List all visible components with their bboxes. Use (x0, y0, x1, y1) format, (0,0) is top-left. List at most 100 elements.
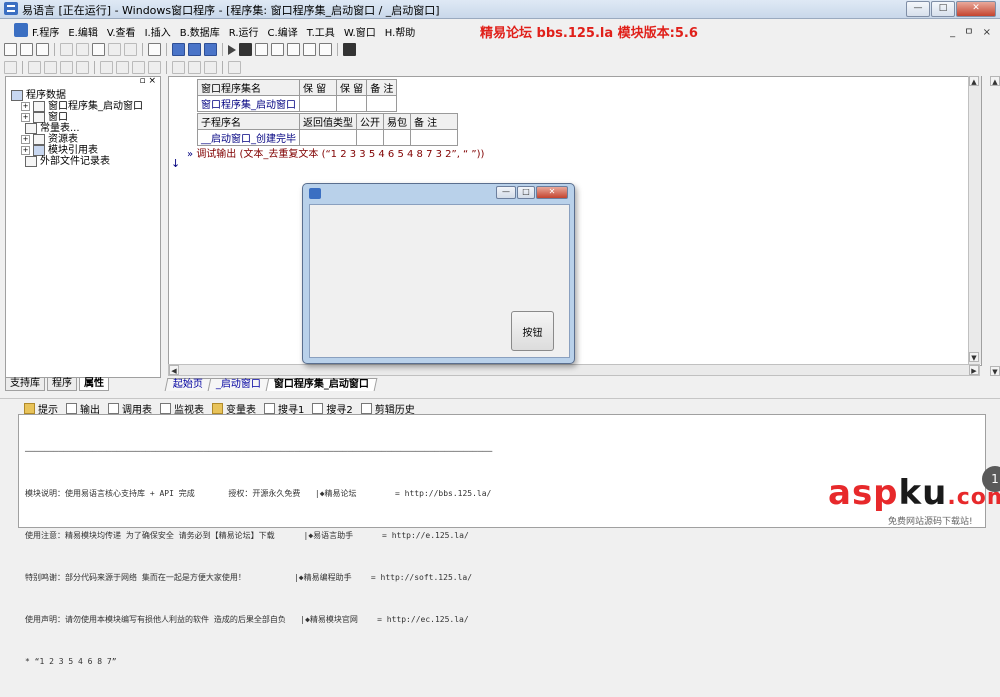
sub-header-name: 子程序名 (197, 113, 300, 130)
running-window[interactable]: — □ ✕ 按钮 (302, 183, 575, 364)
code-line[interactable]: » 调试输出 (文本_去重复文本 (“1 2 3 3 5 4 6 5 4 8 7… (187, 145, 484, 160)
undo-icon[interactable] (124, 43, 137, 56)
wm-ku: ku (898, 473, 948, 513)
menu-tools[interactable]: T.工具 (307, 24, 335, 39)
cut-icon[interactable] (60, 43, 73, 56)
tab-start-window[interactable]: _启动窗口 (207, 378, 270, 391)
dialog-maximize-button[interactable]: □ (517, 186, 535, 199)
close-button[interactable]: ✕ (956, 1, 996, 17)
expand-icon[interactable]: + (21, 146, 30, 155)
align-top-icon[interactable] (44, 61, 57, 74)
sub-cell[interactable] (383, 129, 411, 146)
paste-icon[interactable] (92, 43, 105, 56)
vertical-scrollbar[interactable]: ▲ ▼ (968, 76, 981, 364)
minimize-button[interactable]: — (906, 1, 930, 17)
layout-3-icon[interactable] (204, 43, 217, 56)
variables-icon (212, 403, 223, 414)
menu-edit[interactable]: E.编辑 (68, 24, 98, 39)
tree-item-window[interactable]: + 窗口 (11, 112, 143, 123)
align-left-icon[interactable] (4, 61, 17, 74)
output-line: 特别鸣谢：部分代码来源于网络 集而在一起是方便大家使用！ |◆精易编程助手 = … (25, 573, 473, 582)
bulb-icon (24, 403, 35, 414)
space-h-icon[interactable] (148, 61, 161, 74)
order-icon[interactable] (228, 61, 241, 74)
editor-tabs: 起始页 _启动窗口 窗口程序集_启动窗口 (164, 378, 378, 391)
dialog-close-button[interactable]: ✕ (536, 186, 568, 199)
expand-icon[interactable]: + (21, 102, 30, 111)
redo-icon[interactable] (108, 43, 121, 56)
step-out-icon[interactable] (287, 43, 300, 56)
open-folder-icon[interactable] (20, 43, 33, 56)
same-height-icon[interactable] (116, 61, 129, 74)
app-icon (4, 2, 18, 15)
scroll-down-icon[interactable]: ▼ (969, 352, 979, 362)
scroll-up-icon[interactable]: ▲ (969, 76, 979, 86)
menu-help[interactable]: H.帮助 (385, 24, 416, 39)
tab-assembly[interactable]: 窗口程序集_启动窗口 (265, 378, 378, 391)
dialog-button[interactable]: 按钮 (511, 311, 554, 351)
find-icon[interactable] (148, 43, 161, 56)
menu-logo-icon (14, 23, 28, 37)
right-edge-scrollbar[interactable]: ▲ ▼ (990, 76, 1000, 376)
tab-support-library[interactable]: 支持库 (5, 377, 45, 391)
menu-view[interactable]: V.查看 (107, 24, 136, 39)
panel-pin[interactable]: ▫ × (139, 76, 156, 86)
scroll-right-icon[interactable]: ▶ (969, 365, 979, 375)
tab-program[interactable]: 程序 (47, 377, 77, 391)
scroll-left-icon[interactable]: ◀ (169, 365, 179, 375)
step-over-icon[interactable] (271, 43, 284, 56)
center-h-icon[interactable] (188, 61, 201, 74)
menu-program[interactable]: F.程序 (32, 24, 59, 39)
hand-icon[interactable] (319, 43, 332, 56)
assembly-cell[interactable] (335, 95, 368, 112)
layout-2-icon[interactable] (188, 43, 201, 56)
menu-database[interactable]: B.数据库 (180, 24, 220, 39)
sub-cell[interactable] (299, 129, 357, 146)
space-v-icon[interactable] (172, 61, 185, 74)
save-icon[interactable] (36, 43, 49, 56)
mdi-controls[interactable]: _ ㅁ × (950, 23, 994, 38)
menu-compile[interactable]: C.编译 (268, 24, 298, 39)
same-width-icon[interactable] (100, 61, 113, 74)
tree-item-external-files[interactable]: 外部文件记录表 (11, 156, 143, 167)
tab-properties[interactable]: 属性 (79, 377, 109, 391)
copy-icon[interactable] (76, 43, 89, 56)
assembly-cell[interactable] (299, 95, 337, 112)
binoculars-icon[interactable] (343, 43, 356, 56)
tree-item-resources[interactable]: + 资源表 (11, 134, 143, 145)
maximize-button[interactable]: □ (931, 1, 955, 17)
sub-cell[interactable] (410, 129, 458, 146)
sub-cell[interactable] (356, 129, 384, 146)
menu-insert[interactable]: I.插入 (145, 24, 171, 39)
code-editor[interactable]: 窗口程序集名 保 留 保 留 备 注 窗口程序集_启动窗口 子程序名 返回值类型… (168, 76, 982, 366)
same-size-icon[interactable] (132, 61, 145, 74)
tree-item-modules[interactable]: + 模块引用表 (11, 145, 143, 156)
layout-1-icon[interactable] (172, 43, 185, 56)
menu-bar: F.程序 E.编辑 V.查看 I.插入 B.数据库 R.运行 C.编译 T.工具… (0, 19, 1000, 41)
align-right-icon[interactable] (28, 61, 41, 74)
horizontal-scrollbar[interactable]: ◀ ▶ (168, 364, 980, 376)
align-center-icon[interactable] (76, 61, 89, 74)
menu-run[interactable]: R.运行 (229, 24, 259, 39)
center-v-icon[interactable] (204, 61, 217, 74)
assembly-cell[interactable] (366, 95, 398, 112)
stop-icon[interactable] (239, 43, 252, 56)
scroll-down-icon[interactable]: ▼ (990, 366, 1000, 376)
code-text[interactable]: 调试输出 (文本_去重复文本 (“1 2 3 3 5 4 6 5 4 8 7 3… (196, 149, 484, 160)
scroll-up-icon[interactable]: ▲ (990, 76, 1000, 86)
expand-icon[interactable]: + (21, 113, 30, 122)
tree-item-assembly[interactable]: + 窗口程序集_启动窗口 (11, 101, 143, 112)
dialog-minimize-button[interactable]: — (496, 186, 516, 199)
tree-item-constants[interactable]: 常量表... (11, 123, 143, 134)
align-bottom-icon[interactable] (60, 61, 73, 74)
menu-window[interactable]: W.窗口 (344, 24, 376, 39)
tree-item-program-data[interactable]: 程序数据 (11, 90, 143, 101)
sub-name-cell[interactable]: __启动窗口_创建完毕 (197, 129, 300, 146)
assembly-name-cell[interactable]: 窗口程序集_启动窗口 (197, 95, 300, 112)
run-to-cursor-icon[interactable] (303, 43, 316, 56)
tab-start-page[interactable]: 起始页 (164, 378, 212, 391)
new-file-icon[interactable] (4, 43, 17, 56)
run-icon[interactable] (228, 44, 236, 55)
expand-icon[interactable]: + (21, 135, 30, 144)
step-into-icon[interactable] (255, 43, 268, 56)
